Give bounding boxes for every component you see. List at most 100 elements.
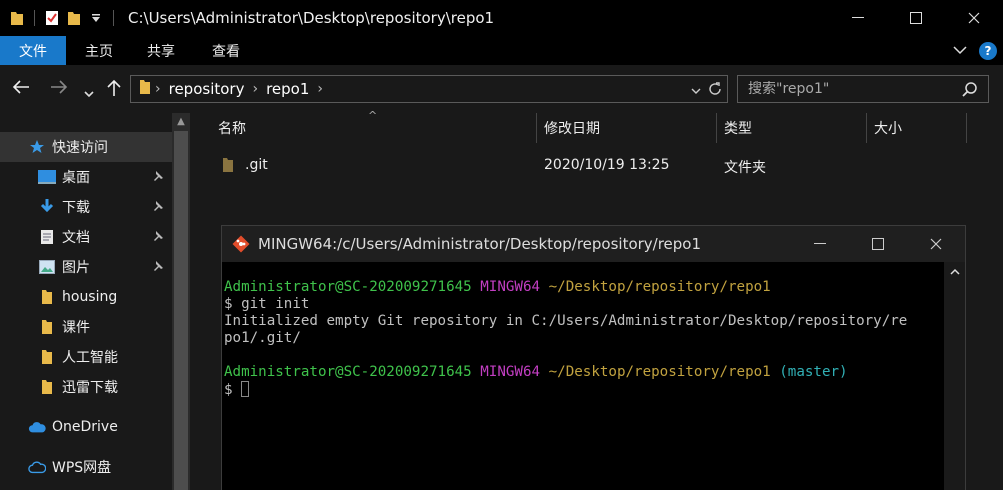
- terminal-titlebar[interactable]: MINGW64:/c/Users/Administrator/Desktop/r…: [222, 226, 965, 262]
- pin-icon: [152, 200, 164, 215]
- tab-file[interactable]: 文件: [0, 36, 66, 65]
- cloud-icon: [28, 458, 46, 476]
- nav-item-downloads[interactable]: 下载: [0, 192, 172, 222]
- scrollbar-thumb[interactable]: [174, 131, 188, 490]
- forward-button[interactable]: [50, 79, 68, 100]
- address-row: › repository › repo1 ›: [0, 65, 1003, 113]
- up-button[interactable]: [106, 79, 122, 102]
- scroll-up-icon[interactable]: ▲: [172, 113, 190, 131]
- nav-scrollbar[interactable]: ▲: [172, 113, 190, 490]
- address-dropdown-icon[interactable]: [691, 83, 701, 99]
- picture-icon: [38, 258, 56, 276]
- nav-label: 课件: [62, 320, 90, 336]
- column-divider[interactable]: [866, 113, 867, 143]
- folder-icon: [222, 157, 234, 177]
- terminal-input-line[interactable]: $: [224, 381, 942, 399]
- minimize-button[interactable]: [829, 0, 887, 36]
- download-icon: [38, 198, 56, 216]
- properties-icon[interactable]: [41, 7, 63, 29]
- nav-item-documents[interactable]: 文档: [0, 222, 172, 252]
- expand-ribbon-icon[interactable]: [953, 43, 967, 59]
- customize-toolbar-icon[interactable]: [85, 7, 107, 29]
- tab-view[interactable]: 查看: [190, 36, 262, 65]
- folder-icon: [38, 348, 56, 366]
- nav-item-ai[interactable]: 人工智能: [0, 342, 172, 372]
- toolbar-divider: [113, 10, 114, 26]
- nav-item-desktop[interactable]: 桌面: [0, 162, 172, 192]
- window-title: C:\Users\Administrator\Desktop\repositor…: [128, 9, 495, 27]
- search-input[interactable]: [748, 81, 958, 97]
- maximize-button[interactable]: [887, 0, 945, 36]
- ribbon-tabs: 文件 主页 共享 查看 ?: [0, 36, 1003, 65]
- pin-icon: [152, 170, 164, 185]
- nav-label: WPS网盘: [52, 460, 112, 476]
- ribbon-right: ?: [953, 36, 1003, 65]
- terminal-output[interactable]: Administrator@SC-202009271645 MINGW64 ~/…: [224, 279, 942, 399]
- column-divider[interactable]: [966, 113, 967, 143]
- terminal-maximize-button[interactable]: [849, 226, 907, 262]
- terminal-close-button[interactable]: [907, 226, 965, 262]
- nav-item-housing[interactable]: housing: [0, 282, 172, 312]
- help-icon[interactable]: ?: [979, 41, 997, 60]
- refresh-icon[interactable]: [707, 81, 723, 101]
- terminal-window[interactable]: MINGW64:/c/Users/Administrator/Desktop/r…: [221, 225, 966, 490]
- folder-icon: [38, 318, 56, 336]
- file-modified: 2020/10/19 13:25: [544, 157, 670, 173]
- breadcrumb-repository[interactable]: repository: [169, 80, 245, 98]
- breadcrumb-chevron-icon[interactable]: ›: [317, 81, 323, 97]
- nav-onedrive[interactable]: OneDrive: [0, 412, 172, 442]
- pin-icon: [152, 260, 164, 275]
- terminal-prompt-line: Administrator@SC-202009271645 MINGW64 ~/…: [224, 279, 942, 296]
- nav-item-thunder-downloads[interactable]: 迅雷下载: [0, 372, 172, 402]
- desktop-icon: [38, 168, 56, 186]
- sort-ascending-icon: ^: [368, 109, 378, 122]
- terminal-output-line: po1/.git/: [224, 330, 301, 346]
- column-header-type[interactable]: 类型: [724, 113, 752, 143]
- terminal-command-line: $ git init: [224, 296, 310, 312]
- terminal-prompt-line: Administrator@SC-202009271645 MINGW64 ~/…: [224, 364, 942, 381]
- tab-home[interactable]: 主页: [66, 36, 132, 65]
- terminal-minimize-button[interactable]: [791, 226, 849, 262]
- tab-share[interactable]: 共享: [132, 36, 190, 65]
- recent-locations-button[interactable]: [84, 82, 94, 103]
- nav-item-pictures[interactable]: 图片: [0, 252, 172, 282]
- breadcrumb-chevron-icon[interactable]: ›: [252, 81, 258, 97]
- prompt-path: ~/Desktop/repository/repo1: [548, 279, 771, 295]
- column-divider[interactable]: [716, 113, 717, 143]
- nav-label: 图片: [62, 260, 90, 276]
- breadcrumb-chevron-icon[interactable]: ›: [155, 81, 161, 97]
- terminal-scrollbar[interactable]: [944, 262, 965, 490]
- search-box[interactable]: [737, 75, 989, 103]
- breadcrumb-repo1[interactable]: repo1: [266, 80, 309, 98]
- nav-label: housing: [62, 289, 118, 305]
- prompt-user-host: Administrator@SC-202009271645: [224, 279, 472, 295]
- folder-icon: [38, 288, 56, 306]
- navigation-pane: 快速访问 桌面 下载 文档 图片 housing 课件 人工智能 迅雷下载 On…: [0, 113, 172, 490]
- text-cursor: [240, 381, 249, 397]
- nav-label: 快速访问: [52, 140, 108, 156]
- quick-access-toolbar: [0, 0, 120, 36]
- column-header-size[interactable]: 大小: [874, 113, 902, 143]
- column-header-name[interactable]: 名称: [218, 113, 246, 143]
- table-row[interactable]: .git 2020/10/19 13:25 文件夹: [190, 151, 1003, 181]
- nav-wps-drive[interactable]: WPS网盘: [0, 452, 172, 482]
- search-icon[interactable]: [962, 81, 978, 101]
- document-icon: [38, 228, 56, 246]
- address-bar[interactable]: › repository › repo1 ›: [130, 75, 728, 103]
- close-button[interactable]: [945, 0, 1003, 36]
- prompt-path: ~/Desktop/repository/repo1: [548, 364, 771, 380]
- back-button[interactable]: [12, 79, 30, 100]
- column-divider[interactable]: [536, 113, 537, 143]
- nav-item-courseware[interactable]: 课件: [0, 312, 172, 342]
- git-icon: [232, 235, 250, 253]
- new-folder-icon[interactable]: [63, 7, 85, 29]
- nav-label: 人工智能: [62, 350, 118, 366]
- nav-quick-access[interactable]: 快速访问: [0, 132, 172, 162]
- window-controls: [829, 0, 1003, 36]
- scroll-up-icon[interactable]: [944, 262, 965, 282]
- column-header-modified[interactable]: 修改日期: [544, 113, 600, 143]
- prompt-env: MINGW64: [480, 279, 541, 295]
- prompt-env: MINGW64: [480, 364, 541, 380]
- folder-icon[interactable]: [6, 7, 28, 29]
